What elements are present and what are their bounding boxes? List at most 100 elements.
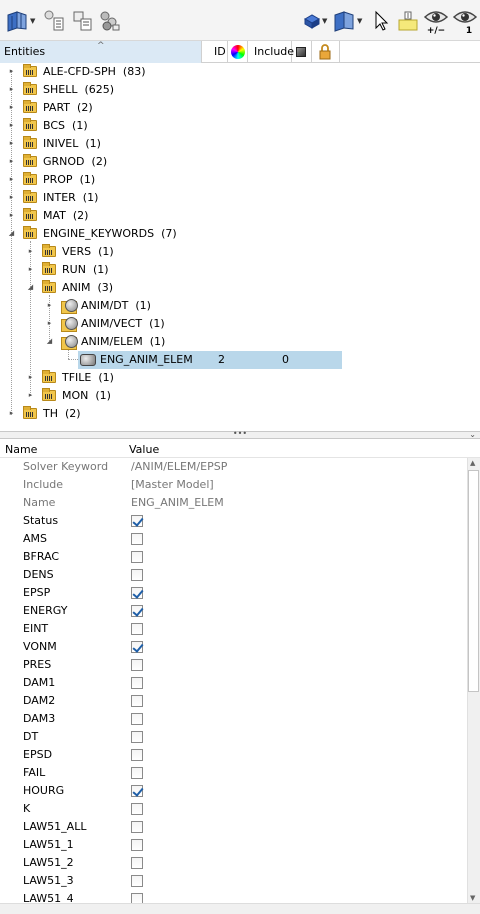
property-checkbox[interactable] — [131, 785, 143, 797]
property-checkbox[interactable] — [131, 731, 143, 743]
property-row: ENERGY — [0, 602, 467, 620]
collapse-icon[interactable]: ◢ — [26, 283, 35, 292]
entity-view-button[interactable]: ▼ — [5, 10, 35, 32]
property-value: [Master Model] — [131, 478, 214, 491]
tree-options-button[interactable] — [72, 10, 94, 32]
tree-row-inivel[interactable]: ▸ INIVEL (1) — [0, 135, 340, 153]
expand-icon[interactable]: ▸ — [26, 247, 35, 256]
tree-label: MAT — [43, 209, 66, 222]
property-name: Name — [23, 496, 56, 509]
expand-icon[interactable]: ▸ — [7, 67, 16, 76]
expand-icon[interactable]: ▸ — [7, 139, 16, 148]
property-checkbox[interactable] — [131, 515, 143, 527]
property-checkbox[interactable] — [131, 695, 143, 707]
column-include[interactable]: Include — [248, 41, 294, 63]
expand-icon[interactable]: ▸ — [7, 193, 16, 202]
expand-icon[interactable]: ▸ — [45, 319, 54, 328]
property-checkbox[interactable] — [131, 551, 143, 563]
tree-row-mon[interactable]: ▸ MON (1) — [0, 387, 340, 405]
tree-label: TFILE — [62, 371, 92, 384]
property-checkbox[interactable] — [131, 587, 143, 599]
select-arrow-button[interactable] — [373, 10, 389, 32]
column-entities[interactable]: Entities ^ — [0, 41, 202, 63]
isolate-button[interactable]: 1 — [453, 9, 477, 37]
property-row: FAIL — [0, 764, 467, 782]
property-row[interactable]: Name ENG_ANIM_ELEM — [0, 494, 467, 512]
tree-row-ale-cfd-sph[interactable]: ▸ ALE-CFD-SPH (83) — [0, 63, 340, 81]
expand-icon[interactable]: ▸ — [26, 373, 35, 382]
tree-row-inter[interactable]: ▸ INTER (1) — [0, 189, 340, 207]
tree-label: TH — [43, 407, 58, 420]
collapse-icon[interactable]: ◢ — [45, 337, 54, 346]
filter-button[interactable] — [44, 10, 66, 32]
tree-count: (1) — [98, 371, 114, 384]
expand-icon[interactable]: ▸ — [45, 301, 54, 310]
expand-icon[interactable]: ▸ — [7, 121, 16, 130]
scroll-up-icon[interactable]: ▲ — [470, 459, 475, 467]
collapse-icon[interactable]: ◢ — [7, 229, 16, 238]
tree-row-prop[interactable]: ▸ PROP (1) — [0, 171, 340, 189]
property-checkbox[interactable] — [131, 713, 143, 725]
library-button[interactable] — [99, 10, 121, 32]
panel-splitter[interactable]: ••• ⌄ — [0, 430, 480, 439]
show-hide-button[interactable]: +/− — [424, 9, 448, 37]
entity-icon — [80, 354, 96, 366]
tree-row-eng-anim-elem-selected[interactable]: ENG_ANIM_ELEM 2 0 — [78, 351, 342, 369]
column-id[interactable]: ID — [202, 41, 228, 63]
column-lock[interactable] — [312, 41, 340, 63]
expand-icon[interactable]: ▸ — [7, 211, 16, 220]
tree-row-engine-keywords[interactable]: ◢ ENGINE_KEYWORDS (7) — [0, 225, 340, 243]
tree-row-shell[interactable]: ▸ SHELL (625) — [0, 81, 340, 99]
property-checkbox[interactable] — [131, 641, 143, 653]
property-row: K — [0, 800, 467, 818]
property-checkbox[interactable] — [131, 857, 143, 869]
chevron-down-icon: ▼ — [30, 17, 36, 25]
property-checkbox[interactable] — [131, 623, 143, 635]
expand-icon[interactable]: ▸ — [7, 103, 16, 112]
tree-row-mat[interactable]: ▸ MAT (2) — [0, 207, 340, 225]
property-row: DAM3 — [0, 710, 467, 728]
scrollbar-thumb[interactable] — [468, 470, 479, 692]
expand-icon[interactable]: ▸ — [7, 409, 16, 418]
tree-row-tfile[interactable]: ▸ TFILE (1) — [0, 369, 340, 387]
property-value[interactable]: ENG_ANIM_ELEM — [131, 494, 224, 512]
expand-icon[interactable]: ▸ — [26, 391, 35, 400]
expand-icon[interactable]: ▸ — [7, 157, 16, 166]
property-checkbox[interactable] — [131, 767, 143, 779]
tree-row-part[interactable]: ▸ PART (2) — [0, 99, 340, 117]
property-row: EPSP — [0, 584, 467, 602]
tree-count: (2) — [65, 407, 81, 420]
tree-row-vers[interactable]: ▸ VERS (1) — [0, 243, 340, 261]
tree-row-run[interactable]: ▸ RUN (1) — [0, 261, 340, 279]
expand-icon[interactable]: ▸ — [7, 175, 16, 184]
property-checkbox[interactable] — [131, 659, 143, 671]
tree-row-th[interactable]: ▸ TH (2) — [0, 405, 340, 423]
property-checkbox[interactable] — [131, 533, 143, 545]
highlight-button[interactable] — [397, 10, 419, 32]
scroll-down-icon[interactable]: ▼ — [470, 894, 475, 902]
property-checkbox[interactable] — [131, 605, 143, 617]
tree-row-anim-dt[interactable]: ▸ ANIM/DT (1) — [0, 297, 340, 315]
property-checkbox[interactable] — [131, 875, 143, 887]
property-checkbox[interactable] — [131, 677, 143, 689]
expand-icon[interactable]: ▸ — [26, 265, 35, 274]
property-checkbox[interactable] — [131, 749, 143, 761]
tree-label: BCS — [43, 119, 66, 132]
property-checkbox[interactable] — [131, 803, 143, 815]
component-button[interactable]: ▼ — [303, 10, 327, 32]
horizontal-scrollbar[interactable] — [0, 903, 480, 914]
tree-row-anim-vect[interactable]: ▸ ANIM/VECT (1) — [0, 315, 340, 333]
column-color[interactable] — [228, 41, 248, 63]
property-checkbox[interactable] — [131, 821, 143, 833]
property-checkbox[interactable] — [131, 569, 143, 581]
property-checkbox[interactable] — [131, 893, 143, 903]
tree-row-bcs[interactable]: ▸ BCS (1) — [0, 117, 340, 135]
expand-icon[interactable]: ▸ — [7, 85, 16, 94]
tree-row-anim[interactable]: ◢ ANIM (3) — [0, 279, 340, 297]
tree-row-grnod[interactable]: ▸ GRNOD (2) — [0, 153, 340, 171]
model-view-button[interactable]: ▼ — [332, 10, 362, 32]
collapse-panel-icon[interactable]: ⌄ — [469, 431, 476, 439]
tree-row-anim-elem[interactable]: ◢ ANIM/ELEM (1) — [0, 333, 340, 351]
column-visibility[interactable] — [292, 41, 312, 63]
property-checkbox[interactable] — [131, 839, 143, 851]
